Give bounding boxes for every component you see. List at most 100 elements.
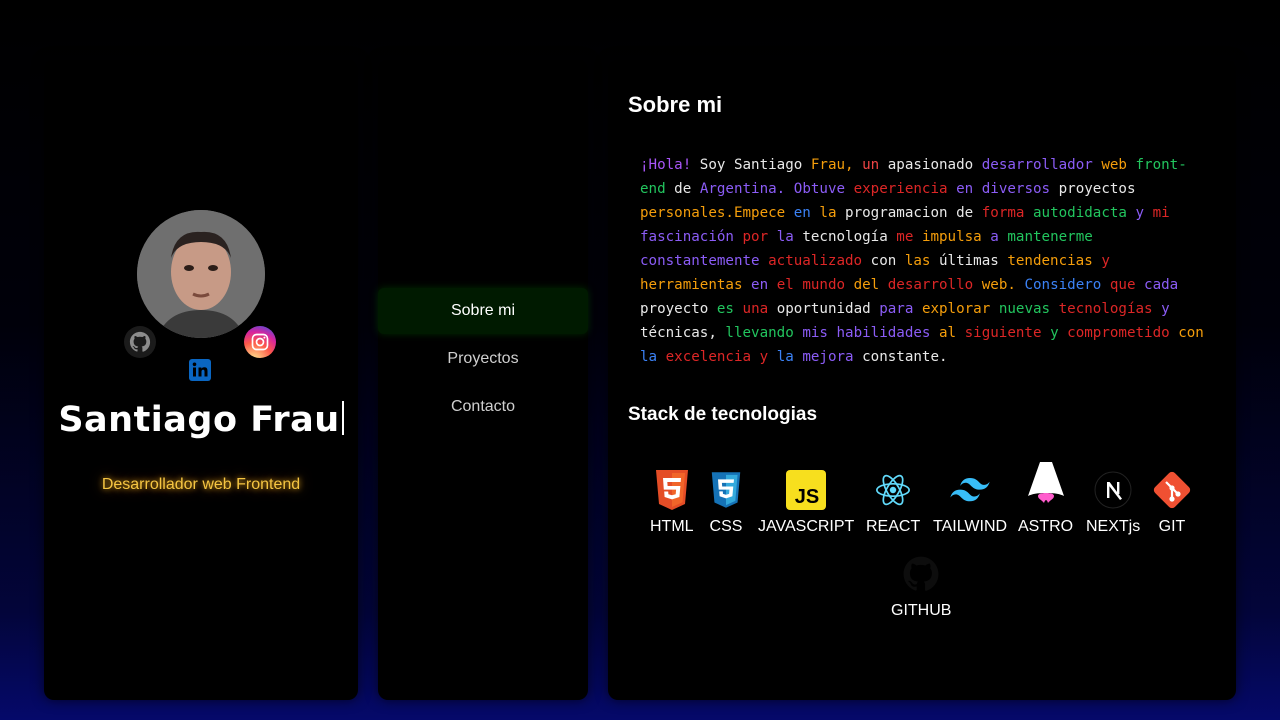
- about-word: en: [751, 277, 769, 293]
- about-word: un: [862, 157, 880, 173]
- javascript-icon: JS: [786, 470, 827, 510]
- about-word: actualizado: [768, 253, 863, 269]
- linkedin-icon: [189, 359, 211, 381]
- tech-label: HTML: [650, 518, 694, 535]
- about-word: es: [716, 301, 734, 317]
- about-word: Considero: [1024, 277, 1102, 293]
- about-word: forma: [981, 205, 1025, 221]
- about-word: impulsa: [921, 229, 982, 245]
- tech-label: TAILWIND: [933, 518, 1008, 535]
- git-icon: [1153, 471, 1191, 509]
- nav-item-sobre-mi[interactable]: Sobre mi: [378, 288, 588, 334]
- about-word: experiencia: [853, 181, 948, 197]
- about-word: excelencia: [665, 349, 752, 365]
- typing-cursor: [341, 401, 344, 435]
- linkedin-social-link[interactable]: [184, 354, 216, 386]
- about-word: autodidacta: [1033, 205, 1127, 221]
- nextjs-icon: [1094, 471, 1132, 509]
- about-word: en: [793, 205, 811, 221]
- about-word: proyectos: [1058, 181, 1136, 197]
- css3-icon: [711, 472, 741, 508]
- about-word: de: [674, 181, 692, 197]
- profile-name-text: Santiago Frau: [58, 400, 340, 440]
- about-word: Argentina.: [699, 181, 786, 197]
- about-word: técnicas,: [640, 325, 717, 341]
- about-word: para: [879, 301, 914, 317]
- about-word: apasionado: [887, 157, 974, 173]
- github-social-link[interactable]: [124, 326, 156, 358]
- about-word: en: [956, 181, 974, 197]
- about-word: de: [956, 205, 974, 221]
- about-word: explorar: [921, 301, 991, 317]
- about-word: ¡Hola!: [640, 157, 692, 173]
- about-word: a: [990, 229, 999, 245]
- about-word: por: [742, 229, 769, 245]
- about-word: desarrollo: [887, 277, 974, 293]
- about-word: mundo: [802, 277, 846, 293]
- about-word: la: [776, 229, 794, 245]
- about-word: y: [1135, 205, 1145, 221]
- about-word: mejora: [802, 349, 854, 365]
- about-word: la: [819, 205, 837, 221]
- tech-git: GIT: [1152, 470, 1192, 536]
- tech-label: GIT: [1158, 518, 1186, 535]
- tech-tailwind: TAILWIND: [933, 470, 1007, 536]
- profile-role: Desarrollador web Frontend: [101, 476, 301, 493]
- profile-name: Santiago Frau: [44, 400, 358, 440]
- react-icon: [876, 474, 911, 506]
- about-word: tendencias: [1007, 253, 1093, 269]
- about-word: diversos: [981, 181, 1051, 197]
- about-paragraph: ¡Hola! Soy Santiago Frau, un apasionado …: [640, 153, 1210, 369]
- about-word: Frau,: [810, 157, 854, 173]
- tech-github: GITHUB: [891, 554, 951, 620]
- tech-label: ASTRO: [1018, 518, 1074, 535]
- about-word: Santiago: [733, 157, 803, 173]
- github-icon: [129, 331, 151, 352]
- about-word: llevando: [725, 325, 794, 341]
- about-word: siguiente: [964, 325, 1042, 341]
- tech-html: HTML: [650, 470, 694, 536]
- about-word: Soy: [699, 157, 726, 173]
- tech-astro: ASTRO: [1018, 460, 1073, 536]
- instagram-icon: [251, 333, 269, 351]
- about-word: oportunidad: [776, 301, 871, 317]
- about-title: Sobre mi: [628, 92, 723, 117]
- instagram-social-link[interactable]: [244, 326, 276, 358]
- svg-text:JS: JS: [795, 486, 819, 508]
- about-word: mantenerme: [1007, 229, 1093, 245]
- about-word: constante.: [862, 349, 948, 365]
- about-word: del: [853, 277, 880, 293]
- tech-label: JAVASCRIPT: [758, 518, 855, 535]
- avatar: [137, 210, 265, 338]
- about-word: tecnologías: [1058, 301, 1153, 317]
- tech-label: CSS: [709, 518, 743, 535]
- about-word: personales.Empece: [640, 205, 786, 221]
- about-word: programacion: [845, 205, 948, 221]
- about-word: la: [776, 349, 794, 365]
- about-word: web: [1101, 157, 1127, 173]
- about-word: la: [640, 349, 658, 365]
- github-icon: [903, 556, 939, 591]
- about-word: y: [1161, 301, 1170, 317]
- about-word: proyecto: [640, 301, 709, 317]
- about-word: con: [870, 253, 897, 269]
- about-word: habilidades: [836, 325, 931, 341]
- about-word: constantemente: [640, 253, 760, 269]
- about-word: tecnología: [802, 229, 888, 245]
- about-word: y: [759, 349, 769, 365]
- about-word: con: [1178, 325, 1204, 341]
- about-word: herramientas: [640, 277, 743, 293]
- about-word: mis: [802, 325, 828, 341]
- about-word: fascinación: [640, 229, 734, 245]
- stack-title: Stack de tecnologias: [628, 404, 818, 425]
- tech-label: GITHUB: [891, 602, 952, 619]
- about-word: web.: [981, 277, 1016, 293]
- tech-react: REACT: [866, 470, 920, 536]
- navigation-panel: Sobre mi Proyectos Contacto: [378, 60, 588, 700]
- about-word: al: [939, 325, 957, 341]
- nav-item-proyectos[interactable]: Proyectos: [378, 336, 588, 382]
- astro-icon: [1027, 462, 1064, 503]
- nav-item-contacto[interactable]: Contacto: [378, 384, 588, 430]
- profile-card: Santiago Frau Desarrollador web Frontend: [44, 60, 358, 700]
- about-word: el: [776, 277, 794, 293]
